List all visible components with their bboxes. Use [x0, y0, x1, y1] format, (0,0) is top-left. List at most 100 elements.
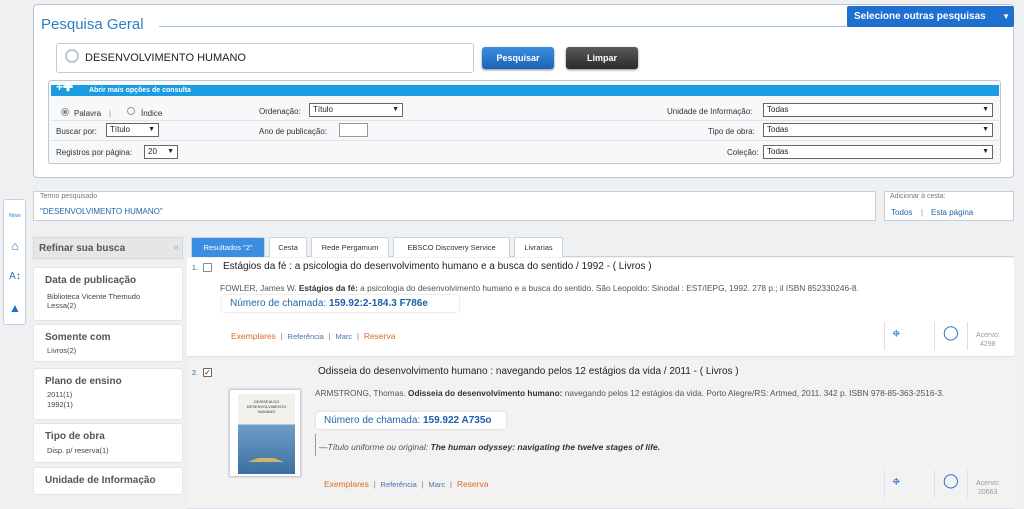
reference-link[interactable]: Referência — [288, 332, 324, 341]
chevron-down-icon: ▼ — [982, 126, 989, 133]
unit-select[interactable]: Todas ▼ — [763, 103, 993, 117]
title-divider — [159, 26, 849, 27]
radio-index[interactable] — [127, 107, 135, 115]
facet-information-unit[interactable]: Unidade de Informação — [33, 467, 183, 495]
add-to-cart-caption: Adicionar à cesta: — [890, 193, 946, 200]
new-icon[interactable]: Novo — [7, 208, 23, 224]
work-type-select[interactable]: Todas ▼ — [763, 123, 993, 137]
result-title[interactable]: Estágios da fé : a psicologia do desenvo… — [223, 261, 652, 272]
comment-icon[interactable]: ◯ — [934, 470, 964, 498]
add-page-link[interactable]: Esta página — [931, 208, 973, 217]
copies-link[interactable]: Exemplares — [324, 479, 369, 489]
reference-link[interactable]: Referência — [381, 480, 417, 489]
facet-publication-date[interactable]: Data de publicação Biblioteca Vicente Th… — [33, 267, 183, 321]
other-searches-dropdown[interactable]: Selecione outras pesquisas ▼ — [847, 6, 1014, 27]
acervo-label: Acervo: — [976, 480, 1000, 487]
home-icon[interactable]: ⌂ — [7, 238, 23, 254]
facet-teaching-plan[interactable]: Plano de ensino 2011(1) 1992(1) — [33, 368, 183, 420]
tab-ebsco[interactable]: EBSCO Discovery Service — [393, 237, 510, 257]
chevron-down-icon: ▼ — [1002, 12, 1010, 21]
chevron-down-icon: ▼ — [982, 106, 989, 113]
facet-title[interactable]: Plano de ensino — [45, 376, 122, 387]
cover-title: ODISSEIA DO DESENVOLVIMENTO HUMANO — [246, 399, 287, 414]
facet-item[interactable]: Livros(2) — [47, 346, 76, 355]
divider — [51, 140, 999, 141]
map-search-icon[interactable]: ⌖ — [884, 322, 914, 350]
comment-icon[interactable]: ◯ — [934, 322, 964, 350]
map-search-icon[interactable]: ⌖ — [884, 470, 914, 498]
per-page-select[interactable]: 20 ▼ — [144, 145, 178, 159]
search-button[interactable]: Pesquisar — [482, 47, 554, 69]
reserve-link[interactable]: Reserva — [364, 331, 396, 341]
collection-label: Coleção: — [727, 148, 759, 157]
tab-results[interactable]: Resultados "2" — [191, 237, 265, 257]
order-select[interactable]: Título ▼ — [309, 103, 403, 117]
chevron-down-icon: ▼ — [148, 126, 155, 133]
result-checkbox-checked[interactable]: ✓ — [203, 368, 212, 377]
result-links: Exemplares | Referência | Marc | Reserva — [324, 479, 489, 489]
result-checkbox[interactable] — [203, 263, 212, 272]
facet-title[interactable]: Tipo de obra — [45, 431, 105, 442]
cart-separator: | — [921, 208, 924, 217]
reserve-link[interactable]: Reserva — [457, 479, 489, 489]
search-input-value[interactable]: DESENVOLVIMENTO HUMANO — [85, 52, 246, 64]
uniform-title: —Título uniforme ou original: The human … — [319, 442, 661, 452]
facet-item[interactable]: Lessa(2) — [47, 301, 76, 310]
result-number: 2. — [192, 370, 198, 377]
cover-art: ODISSEIA DO DESENVOLVIMENTO HUMANO — [238, 394, 295, 474]
result-tabs: Resultados "2" Cesta Rede Pergamum EBSCO… — [191, 237, 1014, 257]
clear-button[interactable]: Limpar — [566, 47, 638, 69]
acervo-value: 4298 — [980, 341, 996, 348]
facet-item[interactable]: 1992(1) — [47, 400, 73, 409]
result-description: FOWLER, James W. Estágios da fé: a psico… — [220, 283, 859, 293]
search-by-select[interactable]: Título ▼ — [106, 123, 159, 137]
add-to-cart: Adicionar à cesta: Todos | Esta página — [884, 191, 1014, 221]
collapse-icon[interactable]: « — [173, 242, 179, 253]
tab-pergamum-network[interactable]: Rede Pergamum — [311, 237, 389, 257]
acervo-label: Acervo: — [976, 332, 1000, 339]
search-icon — [65, 49, 79, 63]
searched-term: Termo pesquisado "DESENVOLVIMENTO HUMANO… — [33, 191, 876, 221]
year-input[interactable] — [339, 123, 368, 137]
up-arrow-icon[interactable]: ▲ — [7, 300, 23, 316]
facet-item[interactable]: Disp. p/ reserva(1) — [47, 446, 109, 455]
tab-bookstores[interactable]: Livrarias — [514, 237, 563, 257]
text-size-icon[interactable]: A↕ — [7, 269, 23, 285]
add-all-link[interactable]: Todos — [891, 208, 912, 217]
work-type-label: Tipo de obra: — [708, 127, 755, 136]
facet-work-type[interactable]: Tipo de obra Disp. p/ reserva(1) — [33, 423, 183, 463]
result-links: Exemplares | Referência | Marc | Reserva — [231, 331, 396, 341]
facet-title[interactable]: Unidade de Informação — [45, 475, 156, 486]
facet-item[interactable]: 2011(1) — [47, 390, 72, 399]
call-number: Número de chamada: 159.922 A735o — [316, 412, 506, 429]
copies-link[interactable]: Exemplares — [231, 331, 276, 341]
unit-label: Unidade de Informação: — [667, 107, 753, 116]
search-by-label: Buscar por: — [56, 127, 97, 136]
chevron-down-icon: ▼ — [982, 148, 989, 155]
facet-only-with[interactable]: Somente com Livros(2) — [33, 324, 183, 362]
book-cover-image[interactable]: ODISSEIA DO DESENVOLVIMENTO HUMANO — [229, 389, 301, 477]
radio-separator: | — [109, 109, 112, 118]
chevron-down-icon: ▼ — [392, 106, 399, 113]
facet-item[interactable]: Biblioteca Vicente Themudo — [47, 292, 140, 301]
facet-title[interactable]: Data de publicação — [45, 275, 136, 286]
chevron-down-icon: ▼ — [167, 148, 174, 155]
acervo-box: Acervo: 4298 — [967, 322, 1014, 350]
searched-term-caption: Termo pesquisado — [40, 193, 98, 200]
marc-link[interactable]: Marc — [335, 332, 352, 341]
result-title[interactable]: Odisseia do desenvolvimento humano : nav… — [318, 366, 739, 377]
collection-select[interactable]: Todas ▼ — [763, 145, 993, 159]
result-row: 2. ✓ Odisseia do desenvolvimento humano … — [187, 360, 1014, 509]
radio-word[interactable] — [61, 108, 69, 116]
year-label: Ano de publicação: — [259, 127, 328, 136]
page-title: Pesquisa Geral — [41, 16, 144, 33]
search-input[interactable]: DESENVOLVIMENTO HUMANO — [56, 43, 474, 73]
uniform-divider — [315, 434, 316, 456]
tab-basket[interactable]: Cesta — [269, 237, 307, 257]
per-page-label: Registros por página: — [56, 148, 133, 157]
facet-title[interactable]: Somente com — [45, 332, 111, 343]
more-options-toggle[interactable]: +✚ Abrir mais opções de consulta — [51, 81, 999, 96]
marc-link[interactable]: Marc — [428, 480, 445, 489]
refine-sidebar: Refinar sua busca « Data de publicação Bi… — [33, 237, 183, 509]
result-row: 1. Estágios da fé : a psicologia do dese… — [187, 258, 1014, 357]
